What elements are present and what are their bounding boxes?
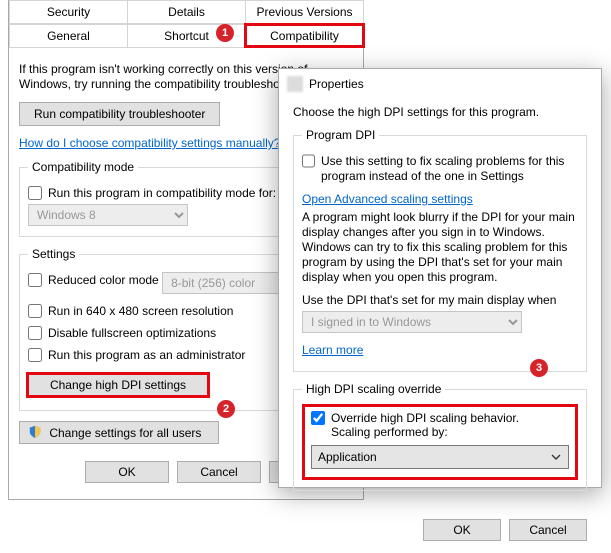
callout-badge-1: 1 (216, 24, 234, 42)
scaling-performed-by-select[interactable]: Application (311, 445, 569, 469)
dpi-cancel-button[interactable]: Cancel (509, 519, 587, 541)
dpi-ok-button[interactable]: OK (423, 519, 501, 541)
settings-legend: Settings (28, 247, 79, 261)
dpi-footer: OK Cancel (279, 513, 601, 553)
run-as-admin-input[interactable] (28, 348, 42, 362)
run-troubleshooter-button[interactable]: Run compatibility troubleshooter (19, 102, 220, 126)
run-as-admin-checkbox[interactable]: Run this program as an administrator (28, 348, 245, 362)
override-scaling-checkbox[interactable]: Override high DPI scaling behavior. Scal… (311, 411, 519, 439)
callout-badge-2: 2 (217, 400, 235, 418)
high-dpi-override-legend: High DPI scaling override (302, 382, 445, 396)
compatibility-mode-legend: Compatibility mode (28, 160, 138, 174)
reduced-color-checkbox[interactable]: Reduced color mode (28, 273, 159, 287)
run-640x480-input[interactable] (28, 304, 42, 318)
reduced-color-label: Reduced color mode (48, 273, 159, 287)
tab-row-top: Security Details Previous Versions (9, 0, 363, 24)
callout-badge-3: 3 (530, 359, 548, 377)
choose-text: Choose the high DPI settings for this pr… (293, 105, 587, 120)
disable-fso-input[interactable] (28, 326, 42, 340)
app-icon (287, 76, 303, 92)
tab-details[interactable]: Details (127, 0, 246, 23)
dpi-when-select[interactable]: I signed in to Windows (302, 311, 522, 333)
run-compat-mode-checkbox[interactable]: Run this program in compatibility mode f… (28, 186, 276, 200)
ok-button[interactable]: OK (85, 461, 169, 483)
window-title: Properties (309, 77, 364, 91)
tab-security[interactable]: Security (9, 0, 128, 23)
run-compat-mode-input[interactable] (28, 186, 42, 200)
tab-general[interactable]: General (9, 24, 128, 47)
override-highlight: Override high DPI scaling behavior. Scal… (302, 404, 578, 480)
titlebar[interactable]: Properties (279, 69, 601, 99)
disable-fso-label: Disable fullscreen optimizations (48, 326, 216, 340)
learn-more-link[interactable]: Learn more (302, 343, 363, 357)
shield-icon (28, 425, 42, 439)
open-advanced-scaling-link[interactable]: Open Advanced scaling settings (302, 192, 473, 206)
program-dpi-group: Program DPI Use this setting to fix scal… (293, 128, 587, 372)
use-setting-label: Use this setting to fix scaling problems… (321, 154, 578, 184)
program-dpi-blurb: A program might look blurry if the DPI f… (302, 210, 578, 285)
use-setting-checkbox[interactable]: Use this setting to fix scaling problems… (302, 154, 578, 184)
manual-settings-link[interactable]: How do I choose compatibility settings m… (19, 136, 280, 150)
change-all-users-button[interactable]: Change settings for all users (19, 421, 219, 444)
override-scaling-label: Override high DPI scaling behavior. Scal… (331, 411, 519, 439)
program-dpi-legend: Program DPI (302, 128, 379, 142)
use-dpi-when-label: Use the DPI that's set for my main displ… (302, 293, 578, 307)
change-high-dpi-button[interactable]: Change high DPI settings (28, 374, 208, 396)
tab-compatibility[interactable]: Compatibility (245, 24, 364, 47)
cancel-button[interactable]: Cancel (177, 461, 261, 483)
run-640x480-checkbox[interactable]: Run in 640 x 480 screen resolution (28, 304, 233, 318)
reduced-color-input[interactable] (28, 273, 42, 287)
dpi-content: Choose the high DPI settings for this pr… (279, 99, 601, 513)
use-setting-input[interactable] (302, 154, 315, 168)
disable-fso-checkbox[interactable]: Disable fullscreen optimizations (28, 326, 216, 340)
run-640x480-label: Run in 640 x 480 screen resolution (48, 304, 233, 318)
run-as-admin-label: Run this program as an administrator (48, 348, 245, 362)
compat-os-select[interactable]: Windows 8 (28, 204, 188, 226)
high-dpi-override-group: High DPI scaling override Override high … (293, 382, 587, 491)
tab-previous-versions[interactable]: Previous Versions (245, 0, 364, 23)
tab-row-bottom: General Shortcut Compatibility (9, 24, 363, 48)
change-all-users-label: Change settings for all users (49, 426, 201, 440)
override-scaling-input[interactable] (311, 411, 325, 425)
high-dpi-dialog: Properties Choose the high DPI settings … (278, 68, 602, 488)
run-compat-mode-label: Run this program in compatibility mode f… (48, 186, 276, 200)
